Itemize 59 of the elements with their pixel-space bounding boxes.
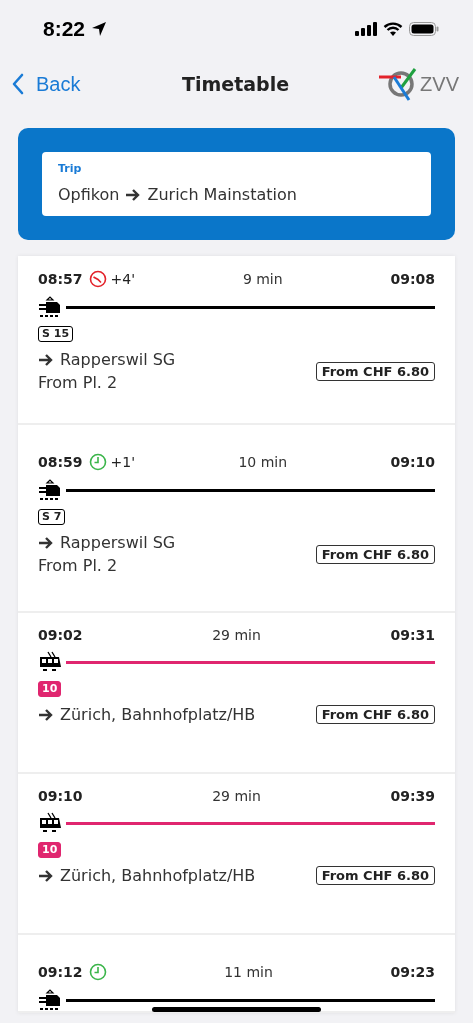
arrow-right-icon [125, 187, 142, 202]
train-icon [38, 479, 62, 501]
price-tag: From CHF 6.80 [315, 705, 435, 724]
price-tag: From CHF 6.80 [315, 361, 435, 381]
arrival-time: 09:08 [390, 271, 435, 287]
back-button[interactable]: Back [12, 72, 81, 96]
delay-text: +4' [110, 271, 136, 287]
origin-text: Opfikon [58, 185, 120, 204]
connection-item[interactable]: 09:10 29 min 09:39 10 Zürich, Bahnhofplatz/HB From CHF 6.80 [18, 774, 455, 935]
wifi-icon [383, 21, 403, 37]
price-tag: From CHF 6.80 [315, 544, 435, 564]
price-tag: From CHF 6.80 [315, 866, 435, 885]
trip-label: Trip [58, 162, 83, 175]
line-badge: S 15 [38, 326, 74, 342]
line-badge: 10 [38, 681, 62, 697]
arrival-time: 09:31 [390, 627, 435, 643]
platform-text: From Pl. 2 [38, 373, 119, 392]
destination-text: Rapperswil SG [60, 533, 176, 552]
connection-item[interactable]: 08:59 +1' 10 min 09:10 S 7 Rapperswil SG From Pl. 2 From CHF 6.80 [18, 425, 455, 613]
departure-time: 08:57 [38, 271, 83, 287]
delay-text: +1' [110, 454, 136, 470]
arrival-time: 09:23 [390, 964, 435, 980]
signal-icon [355, 22, 377, 36]
page-title: Timetable [181, 73, 290, 95]
departure-time: 09:12 [38, 964, 83, 980]
connection-item[interactable]: 09:02 29 min 09:31 10 Zürich, Bahnhofplatz/HB From CHF 6.80 [18, 613, 455, 774]
duration-text: 9 min [242, 271, 283, 287]
back-label: Back [36, 72, 81, 96]
connection-item[interactable]: 08:57 +4' 9 min 09:08 S 15 Rapperswil SG From Pl. 2 From CHF 6.80 [18, 256, 455, 425]
departure-time: 09:02 [38, 627, 83, 643]
destination-text: Zurich Mainstation [147, 185, 297, 204]
destination-text: Zürich, Bahnhofplatz/HB [60, 705, 256, 724]
location-arrow-icon [91, 21, 108, 37]
duration-text: 11 min [224, 964, 273, 980]
status-time: 8:22 [43, 17, 86, 41]
tram-icon [38, 812, 62, 834]
arrow-right-icon [38, 707, 54, 722]
duration-text: 29 min [212, 788, 261, 804]
line-badge: S 7 [38, 509, 66, 525]
line-badge: 10 [38, 842, 62, 858]
arrival-time: 09:10 [390, 454, 435, 470]
destination-text: Rapperswil SG [60, 350, 176, 369]
battery-icon [409, 22, 439, 36]
train-icon [38, 989, 62, 1011]
arrow-right-icon [38, 535, 54, 550]
duration-text: 10 min [238, 454, 288, 470]
logo-text: ZVV [420, 72, 459, 96]
trip-field[interactable]: Trip Opfikon Zurich Mainstation [42, 152, 431, 216]
arrival-time: 09:39 [390, 788, 435, 804]
tram-icon [38, 651, 62, 673]
chevron-left-icon [12, 73, 24, 95]
departure-time: 08:59 [38, 454, 83, 470]
destination-text: Zürich, Bahnhofplatz/HB [60, 866, 256, 885]
duration-text: 29 min [212, 627, 261, 643]
arrow-right-icon [38, 868, 54, 883]
departure-time: 09:10 [38, 788, 83, 804]
arrow-right-icon [38, 352, 54, 367]
platform-text: From Pl. 2 [38, 556, 119, 575]
train-icon [38, 296, 62, 318]
